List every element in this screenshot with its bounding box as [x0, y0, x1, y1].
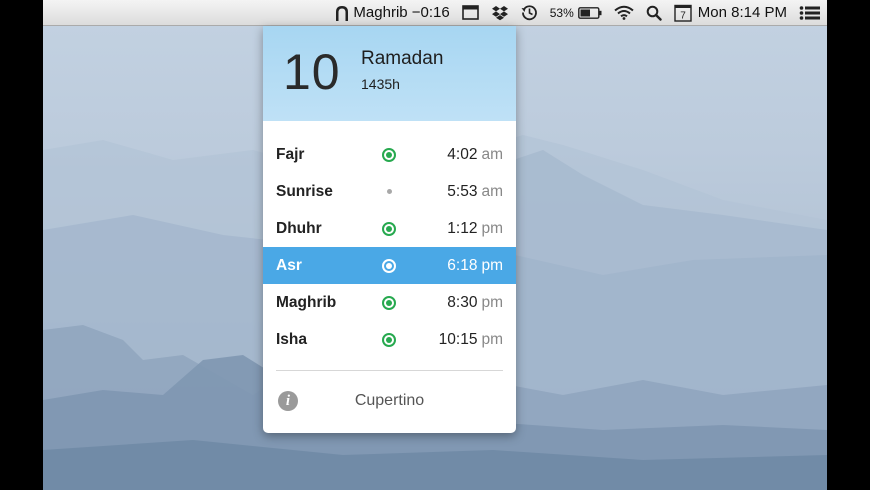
battery-icon: [577, 6, 602, 19]
alarm-toggle-isha[interactable]: [382, 332, 396, 347]
alarm-toggle-maghrib[interactable]: [382, 295, 396, 310]
spotlight-button[interactable]: [640, 0, 668, 26]
alarm-toggle-dhuhr[interactable]: [382, 221, 396, 236]
alarm-toggle-fajr[interactable]: [382, 147, 396, 162]
clock-menu-extra[interactable]: 7 Mon 8:14 PM: [668, 0, 793, 26]
notification-center-icon: [799, 5, 820, 20]
battery-menu-extra[interactable]: 53%: [544, 0, 608, 26]
prayer-row-asr[interactable]: Asr 6:18 pm: [263, 247, 516, 284]
menu-bar: Maghrib −0:16 53% 7 Mon 8:14 PM: [43, 0, 827, 26]
prayer-row-fajr[interactable]: Fajr 4:02 am: [263, 136, 516, 173]
alarm-on-icon: [382, 258, 396, 273]
hijri-date-header: 10 Ramadan 1435h: [263, 26, 516, 121]
window-icon: [461, 5, 479, 20]
spotlight-icon: [646, 5, 662, 21]
menubar-clock: Mon 8:14 PM: [697, 4, 787, 21]
prayer-time: 1:12 pm: [447, 219, 503, 237]
prayer-row-isha[interactable]: Isha 10:15 pm: [263, 321, 516, 358]
alarm-on-icon: [382, 295, 396, 310]
prayer-time: 5:53 am: [447, 182, 503, 200]
hijri-year: 1435h: [361, 76, 400, 92]
prayer-name: Asr: [276, 256, 302, 274]
dropbox-icon: [491, 5, 508, 20]
alarm-on-icon: [382, 221, 396, 236]
prayer-name: Isha: [276, 330, 308, 348]
prayer-countdown: Maghrib −0:16: [353, 4, 450, 21]
prayer-times-popover: 10 Ramadan 1435h Fajr 4:02 am Sunrise 5:5…: [263, 26, 516, 433]
prayer-row-sunrise[interactable]: Sunrise 5:53 am: [263, 173, 516, 210]
calendar-icon: 7: [674, 4, 692, 22]
prayer-row-maghrib[interactable]: Maghrib 8:30 pm: [263, 284, 516, 321]
battery-percent: 53%: [549, 5, 574, 20]
calendar-day: 7: [680, 10, 686, 21]
hijri-month: Ramadan: [361, 48, 444, 69]
location-label[interactable]: Cupertino: [263, 392, 516, 410]
time-machine-menu-extra[interactable]: [515, 0, 544, 26]
alarm-off-dot-icon: [386, 189, 392, 194]
prayer-time: 4:02 am: [447, 145, 503, 163]
prayer-name: Maghrib: [276, 293, 337, 311]
alarm-toggle-sunrise[interactable]: [382, 185, 396, 199]
alarm-toggle-asr[interactable]: [382, 258, 396, 273]
time-machine-icon: [521, 5, 537, 21]
prayer-time: 8:30 pm: [447, 293, 503, 311]
prayer-name: Fajr: [276, 145, 305, 163]
divider: [276, 370, 503, 371]
alarm-on-icon: [382, 332, 396, 347]
prayer-time: 10:15 pm: [438, 330, 503, 348]
mosque-arch-icon: [336, 5, 349, 21]
info-icon[interactable]: i: [278, 391, 298, 411]
hijri-day: 10: [283, 44, 341, 100]
prayer-row-dhuhr[interactable]: Dhuhr 1:12 pm: [263, 210, 516, 247]
wifi-icon: [614, 5, 634, 20]
prayer-time: 6:18 pm: [447, 256, 503, 274]
prayer-name: Sunrise: [276, 182, 333, 200]
prayer-name: Dhuhr: [276, 219, 322, 237]
alarm-on-icon: [382, 147, 396, 162]
dropbox-menu-extra[interactable]: [485, 0, 515, 26]
notification-center-button[interactable]: [793, 0, 827, 26]
window-menu-extra[interactable]: [456, 0, 485, 26]
wifi-menu-extra[interactable]: [608, 0, 640, 26]
prayer-status-menu[interactable]: Maghrib −0:16: [331, 0, 455, 26]
